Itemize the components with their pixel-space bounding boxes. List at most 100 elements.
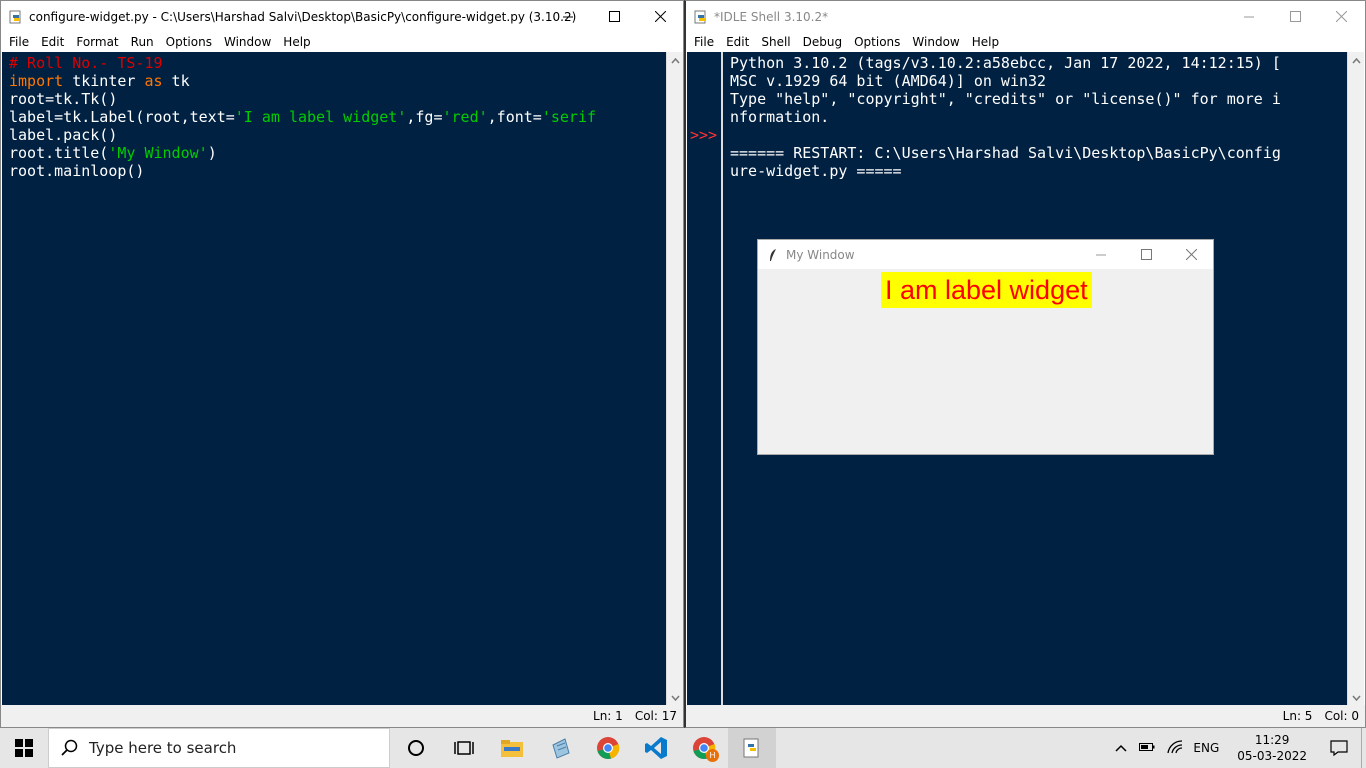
close-icon[interactable] [637, 1, 683, 32]
minimize-icon[interactable] [1226, 1, 1272, 32]
maximize-icon[interactable] [1272, 1, 1318, 32]
code-line: import tkinter as tk [9, 72, 666, 90]
language-indicator[interactable]: ENG [1189, 741, 1227, 755]
code-line: root.mainloop() [9, 162, 145, 180]
tk-feather-icon [768, 248, 778, 262]
shell-titlebar[interactable]: *IDLE Shell 3.10.2* [686, 1, 1365, 32]
system-tray: ENG 11:29 05-03-2022 [1109, 728, 1366, 768]
shell-line: ====== RESTART: C:\Users\Harshad Salvi\D… [730, 144, 1281, 162]
code-text: ) [207, 144, 217, 162]
task-view-icon[interactable] [440, 728, 488, 768]
minimize-icon[interactable] [1078, 240, 1124, 269]
python-file-icon [9, 10, 23, 24]
clock-time: 11:29 [1254, 733, 1290, 747]
code-line: label=tk.Label(root,text='I am label wid… [9, 108, 666, 126]
shell-title: *IDLE Shell 3.10.2* [714, 9, 829, 24]
menu-file[interactable]: File [3, 35, 35, 49]
shell-line: Python 3.10.2 (tags/v3.10.2:a58ebcc, Jan… [730, 54, 1281, 72]
menu-format[interactable]: Format [70, 35, 124, 49]
menu-debug[interactable]: Debug [797, 35, 848, 49]
scroll-down-icon[interactable] [667, 691, 684, 705]
code-text: ,font= [487, 108, 542, 126]
clock-date: 05-03-2022 [1237, 749, 1307, 763]
tk-label-widget: I am label widget [881, 272, 1092, 308]
maximize-icon[interactable] [591, 1, 637, 32]
shell-line: ure-widget.py ===== [730, 162, 902, 180]
code-editor[interactable]: # Roll No.- TS-19 import tkinter as tk roo… [2, 52, 666, 707]
menu-shell[interactable]: Shell [755, 35, 796, 49]
shell-menubar: File Edit Shell Debug Options Window Hel… [686, 32, 1365, 52]
shell-statusbar: Ln: 5 Col: 0 [686, 705, 1365, 727]
notepad-icon[interactable] [536, 728, 584, 768]
code-line: root=tk.Tk() [9, 90, 118, 108]
code-line: root.title('My Window') [9, 144, 666, 162]
menu-help[interactable]: Help [966, 35, 1005, 49]
code-string: 'red' [442, 108, 488, 126]
column-number: Col: 17 [634, 709, 677, 723]
windows-logo-icon [15, 739, 33, 757]
menu-edit[interactable]: Edit [35, 35, 70, 49]
editor-statusbar: Ln: 1 Col: 17 [1, 705, 683, 727]
shell-line: MSC v.1929 64 bit (AMD64)] on win32 [730, 72, 1047, 90]
wifi-icon[interactable] [1161, 739, 1189, 757]
chrome-icon[interactable] [584, 728, 632, 768]
code-string: 'My Window' [108, 144, 208, 162]
battery-icon[interactable] [1133, 741, 1161, 755]
start-button[interactable] [0, 728, 48, 768]
editor-menubar: File Edit Format Run Options Window Help [1, 32, 683, 52]
minimize-icon[interactable] [545, 1, 591, 32]
editor-title: configure-widget.py - C:\Users\Harshad S… [29, 9, 577, 24]
menu-window[interactable]: Window [218, 35, 277, 49]
line-number: Ln: 5 [1282, 709, 1313, 723]
maximize-icon[interactable] [1123, 240, 1169, 269]
scroll-up-icon[interactable] [1348, 54, 1365, 68]
editor-scrollbar[interactable] [666, 52, 683, 707]
editor-titlebar[interactable]: configure-widget.py - C:\Users\Harshad S… [1, 1, 683, 32]
search-icon [61, 739, 78, 756]
close-icon[interactable] [1168, 240, 1214, 269]
python-idle-icon[interactable] [728, 728, 776, 768]
menu-help[interactable]: Help [277, 35, 316, 49]
close-icon[interactable] [1318, 1, 1364, 32]
profile-badge: H [706, 749, 719, 762]
chevron-up-icon[interactable] [1109, 741, 1133, 755]
taskbar-search[interactable]: Type here to search [48, 728, 390, 768]
editor-window[interactable]: configure-widget.py - C:\Users\Harshad S… [0, 0, 684, 728]
code-line: label.pack() [9, 126, 118, 144]
menu-window[interactable]: Window [906, 35, 965, 49]
menu-file[interactable]: File [688, 35, 720, 49]
code-line: # Roll No.- TS-19 [9, 54, 666, 72]
menu-options[interactable]: Options [160, 35, 218, 49]
clock[interactable]: 11:29 05-03-2022 [1227, 732, 1317, 764]
chrome-profile-icon[interactable]: H [680, 728, 728, 768]
menu-run[interactable]: Run [125, 35, 160, 49]
cortana-icon[interactable] [392, 728, 440, 768]
code-comment: # Roll No.- TS-19 [9, 54, 163, 72]
menu-options[interactable]: Options [848, 35, 906, 49]
shell-line: Type "help", "copyright", "credits" or "… [730, 90, 1281, 108]
code-text: tkinter [63, 72, 145, 90]
taskbar: Type here to search H ENG 11:29 05-03-20… [0, 728, 1366, 768]
notifications-icon[interactable] [1317, 740, 1361, 756]
scroll-down-icon[interactable] [1348, 691, 1365, 705]
code-text: tk [162, 72, 190, 90]
vscode-icon[interactable] [632, 728, 680, 768]
file-explorer-icon[interactable] [488, 728, 536, 768]
show-desktop-button[interactable] [1361, 728, 1366, 768]
code-string: 'I am label widget' [234, 108, 407, 126]
menu-edit[interactable]: Edit [720, 35, 755, 49]
scroll-up-icon[interactable] [667, 54, 684, 68]
shell-line: nformation. [730, 108, 830, 126]
python-file-icon [694, 10, 708, 24]
shell-prompt-gutter: >>> [687, 52, 721, 707]
shell-scrollbar[interactable] [1347, 52, 1364, 707]
column-number: Col: 0 [1324, 709, 1359, 723]
search-placeholder: Type here to search [89, 739, 237, 757]
code-text: ,fg= [406, 108, 443, 126]
code-string: 'serif [541, 108, 597, 126]
code-keyword: import [9, 72, 64, 90]
tk-window[interactable]: My Window I am label widget [757, 239, 1214, 455]
tk-window-title: My Window [786, 247, 855, 262]
tk-titlebar[interactable]: My Window [758, 240, 1213, 269]
